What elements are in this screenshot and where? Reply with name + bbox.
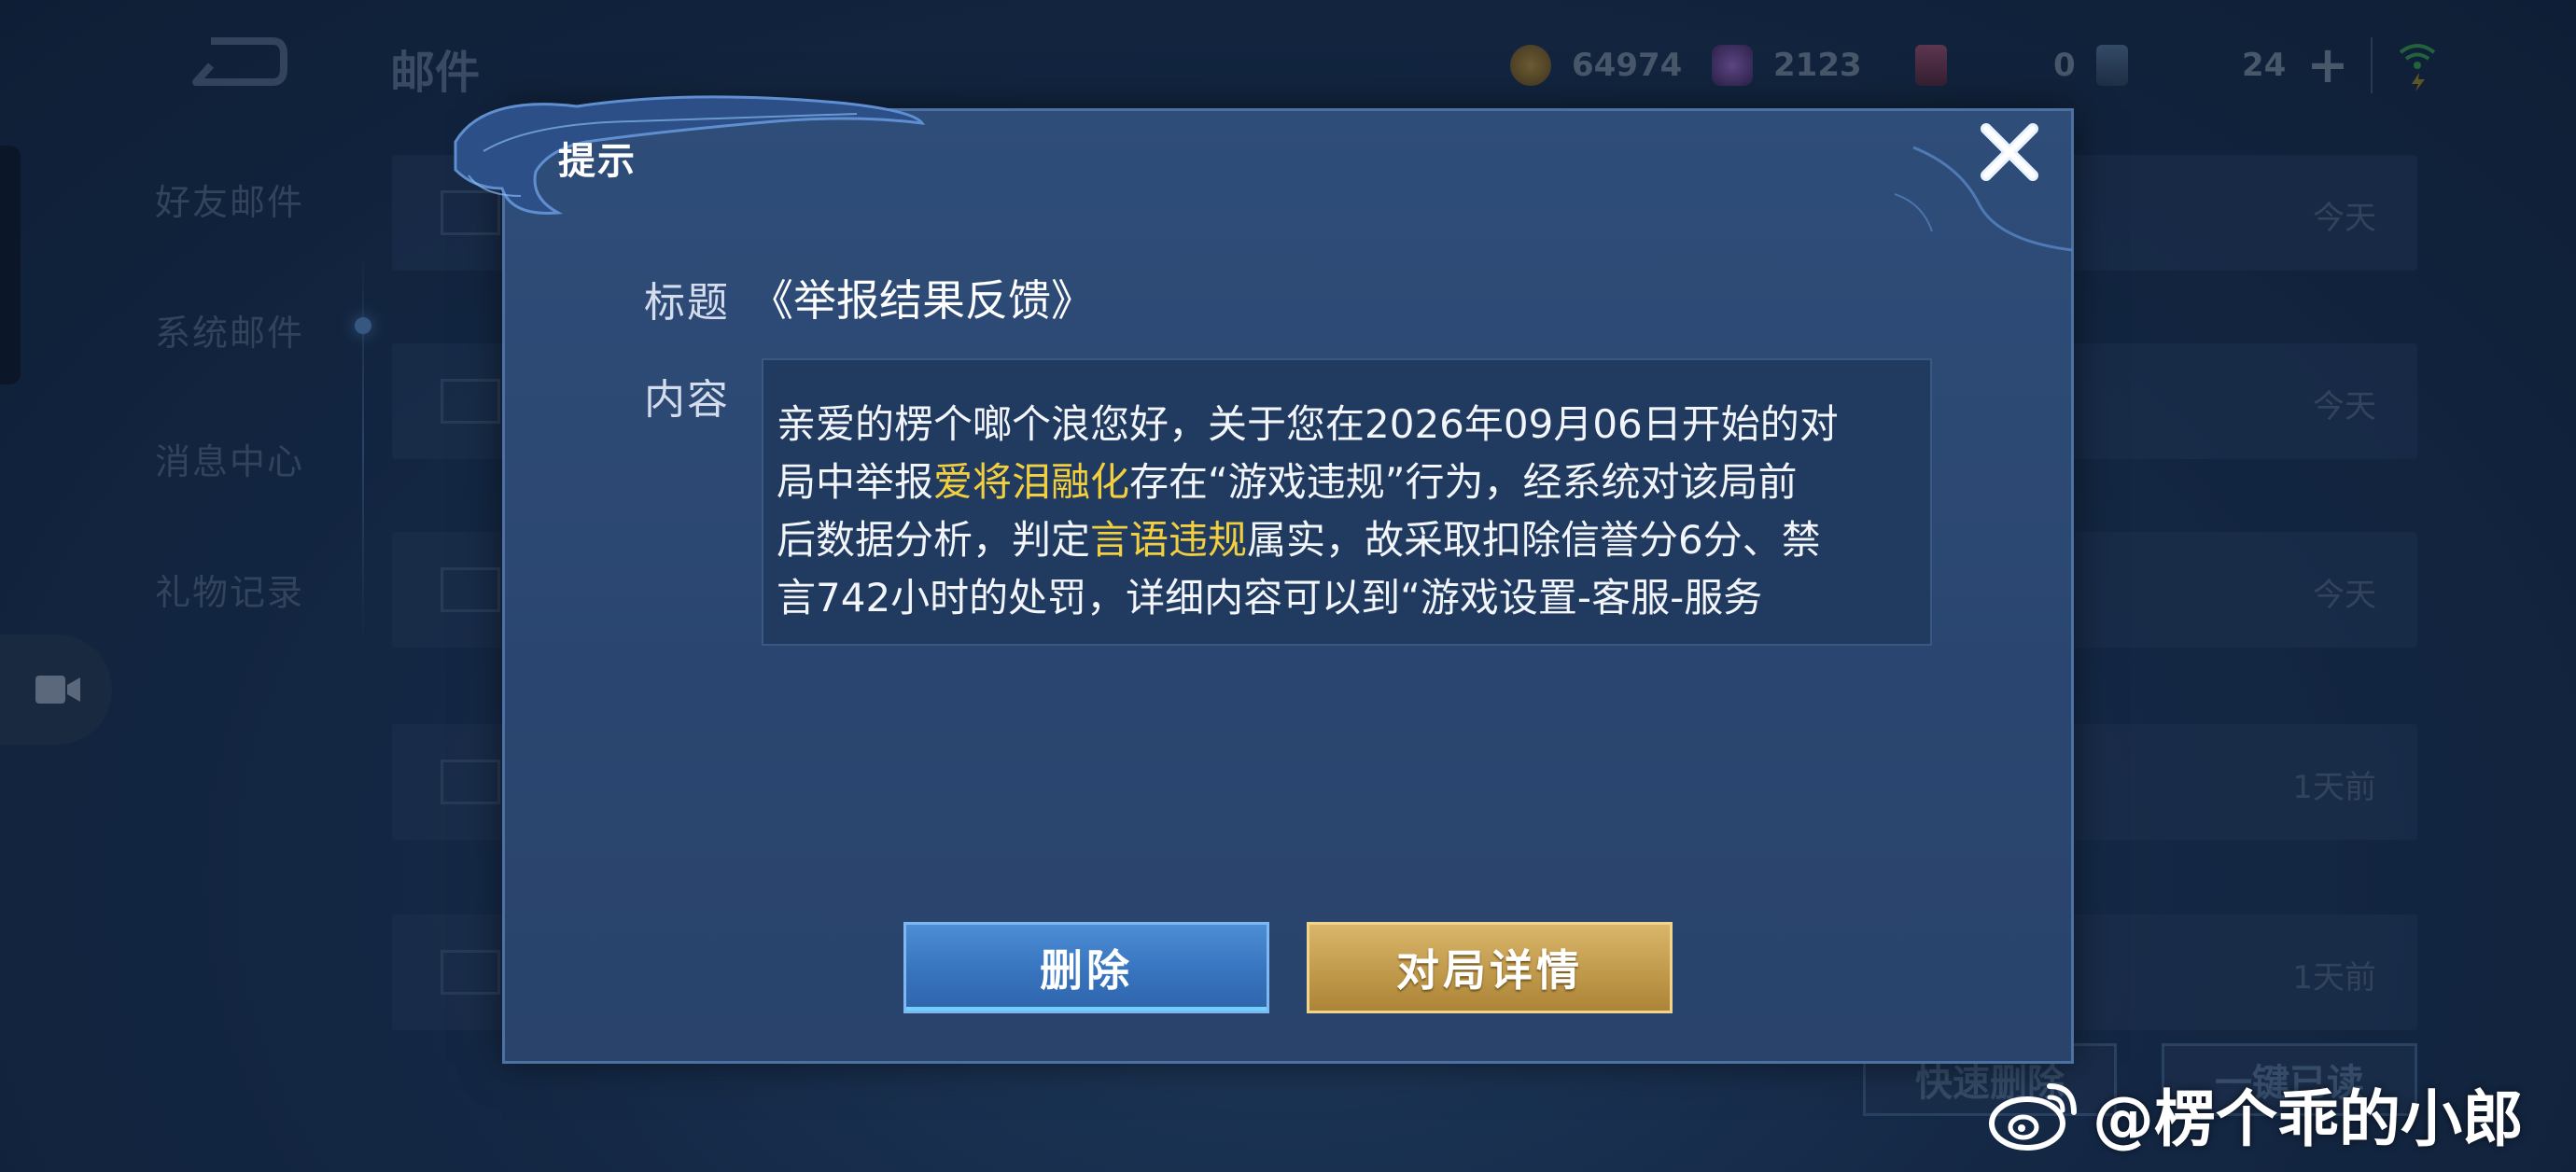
- violation-type: 言语违规: [1090, 517, 1248, 563]
- weibo-watermark: @楞个乖的小郎: [1988, 1069, 2524, 1159]
- content-line: 亲爱的楞个啷个浪您好，关于您在2026年09月06日开始的对: [777, 401, 1839, 447]
- close-icon: [1981, 123, 2038, 181]
- content-line: 言742小时的处罚，详细内容可以到“游戏设置-客服-服务: [777, 575, 1763, 621]
- match-details-button[interactable]: 对局详情: [1307, 922, 1673, 1013]
- content-text: 存在“游戏违规”行为，经系统对该局前: [1129, 459, 1798, 505]
- content-line: 后数据分析，判定言语违规属实，故采取扣除信誉分6分、禁: [777, 511, 1921, 569]
- weibo-logo-icon: [1989, 1083, 2077, 1151]
- content-box[interactable]: 亲爱的楞个啷个浪您好，关于您在2026年09月06日开始的对 局中举报爱将泪融化…: [762, 358, 1932, 646]
- content-text: 局中举报: [777, 459, 934, 505]
- dialog-title: 提示: [558, 140, 637, 183]
- delete-button[interactable]: 删除: [903, 922, 1269, 1013]
- subject-label: 标题: [644, 279, 730, 327]
- content-label: 内容: [644, 376, 730, 424]
- content-line: 局中举报爱将泪融化存在“游戏违规”行为，经系统对该局前: [777, 453, 1921, 511]
- content-text: 属实，故采取扣除信誉分6分、禁: [1247, 517, 1821, 563]
- close-button[interactable]: [1975, 118, 2044, 187]
- subject-value: 《举报结果反馈》: [750, 275, 1094, 326]
- watermark-text: @楞个乖的小郎: [2093, 1083, 2524, 1155]
- reported-player-name: 爱将泪融化: [933, 459, 1130, 505]
- content-text: 后数据分析，判定: [777, 517, 1091, 563]
